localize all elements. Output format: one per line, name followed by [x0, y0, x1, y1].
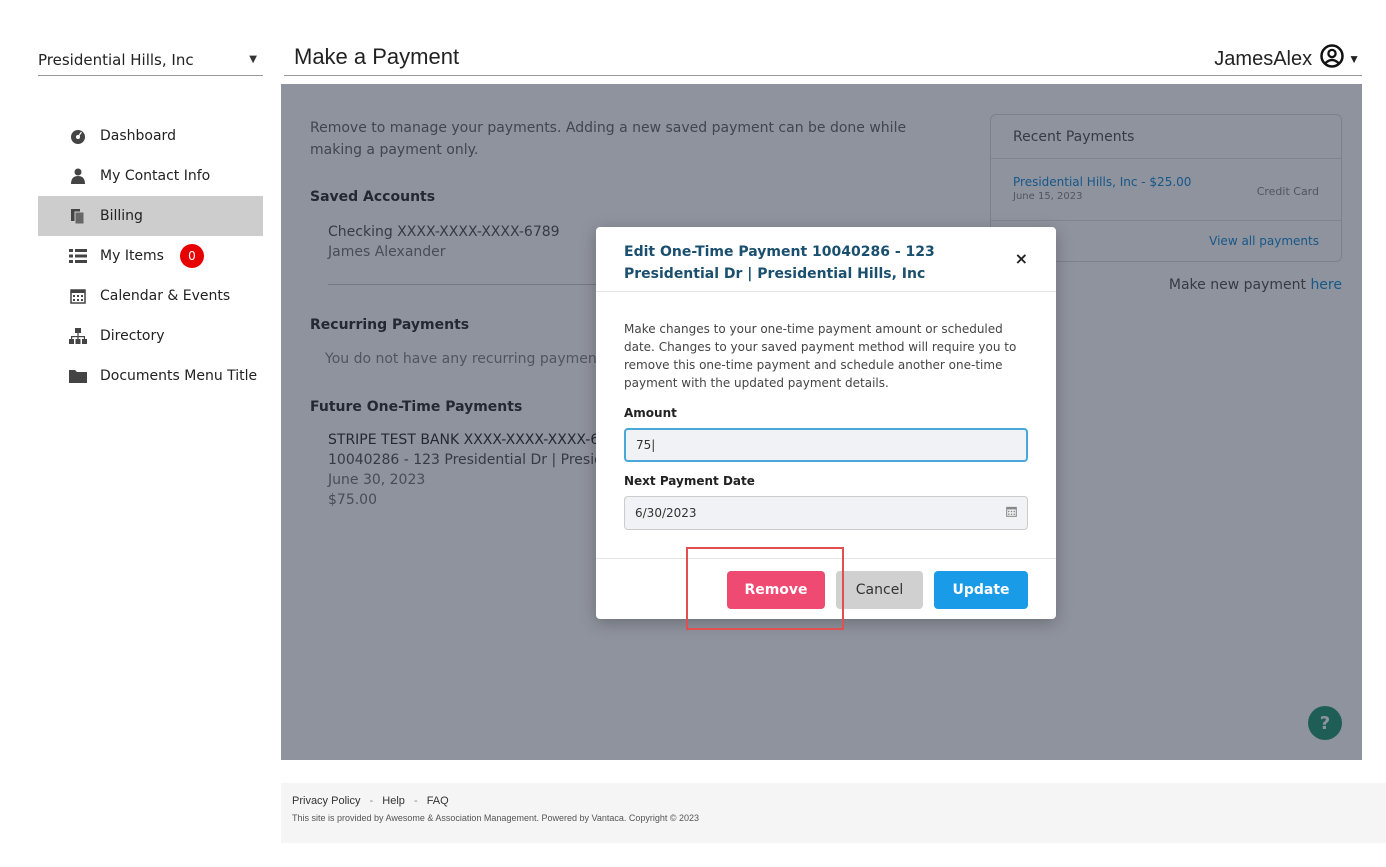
cancel-button[interactable]: Cancel	[836, 571, 923, 609]
amount-label: Amount	[624, 406, 677, 420]
caret-down-icon: ▼	[249, 54, 257, 65]
sidebar-item-directory[interactable]: Directory	[38, 316, 263, 356]
items-count-badge: 0	[179, 244, 204, 268]
sidebar-item-label: Billing	[100, 208, 143, 224]
dashboard-icon	[68, 128, 88, 144]
sidebar-item-label: Directory	[100, 328, 165, 344]
payment-date-value: 6/30/2023	[635, 506, 697, 520]
sidebar-item-label: Dashboard	[100, 128, 176, 144]
sidebar-item-label: Calendar & Events	[100, 288, 231, 304]
sidebar-nav: Dashboard My Contact Info Billing My Ite…	[38, 116, 263, 396]
privacy-policy-link[interactable]: Privacy Policy	[292, 795, 360, 807]
faq-link[interactable]: FAQ	[427, 795, 449, 807]
sidebar-item-calendar[interactable]: Calendar & Events	[38, 276, 263, 316]
page-title: Make a Payment	[294, 44, 460, 69]
org-selector[interactable]: Presidential Hills, Inc ▼	[38, 44, 263, 76]
footer-separator: -	[413, 795, 418, 807]
help-link[interactable]: Help	[382, 795, 405, 807]
copyright-text: This site is provided by Awesome & Assoc…	[292, 813, 700, 823]
sidebar-item-label: Documents Menu Title	[100, 368, 258, 384]
sidebar-item-contact-info[interactable]: My Contact Info	[38, 156, 263, 196]
sitemap-icon	[68, 328, 88, 344]
folder-icon	[68, 368, 88, 384]
amount-input[interactable]: 75 |	[624, 428, 1028, 462]
sidebar-item-label: My Contact Info	[100, 168, 211, 184]
user-menu[interactable]: JamesAlex ▼	[1214, 44, 1360, 74]
org-selector-label: Presidential Hills, Inc	[38, 50, 194, 69]
date-label: Next Payment Date	[624, 474, 755, 488]
user-circle-icon	[1320, 44, 1344, 74]
sidebar-item-billing[interactable]: Billing	[38, 196, 263, 236]
footer-separator: -	[369, 795, 374, 807]
header-divider	[284, 75, 1362, 76]
sidebar-item-dashboard[interactable]: Dashboard	[38, 116, 263, 156]
highlight-annotation	[686, 547, 844, 630]
caret-down-icon: ▼	[1348, 52, 1360, 66]
sidebar-item-documents[interactable]: Documents Menu Title	[38, 356, 263, 396]
calendar-icon	[68, 288, 88, 304]
payment-date-input[interactable]: 6/30/2023	[624, 496, 1028, 530]
billing-icon	[68, 208, 88, 224]
username: JamesAlex	[1214, 47, 1313, 70]
modal-title: Edit One-Time Payment 10040286 - 123 Pre…	[624, 244, 935, 282]
close-icon[interactable]: ×	[1015, 249, 1028, 268]
calendar-icon[interactable]	[1006, 506, 1017, 520]
modal-description: Make changes to your one-time payment am…	[624, 322, 1017, 390]
update-button[interactable]: Update	[934, 571, 1028, 609]
modal-body: Make changes to your one-time payment am…	[596, 292, 1056, 530]
modal-header: Edit One-Time Payment 10040286 - 123 Pre…	[596, 227, 1056, 292]
amount-value: 75	[636, 438, 652, 452]
footer: Privacy Policy - Help - FAQ This site is…	[281, 783, 1386, 843]
user-icon	[68, 168, 88, 184]
sidebar-item-my-items[interactable]: My Items 0	[38, 236, 263, 276]
list-icon	[68, 248, 88, 264]
sidebar-item-label: My Items	[100, 248, 164, 264]
